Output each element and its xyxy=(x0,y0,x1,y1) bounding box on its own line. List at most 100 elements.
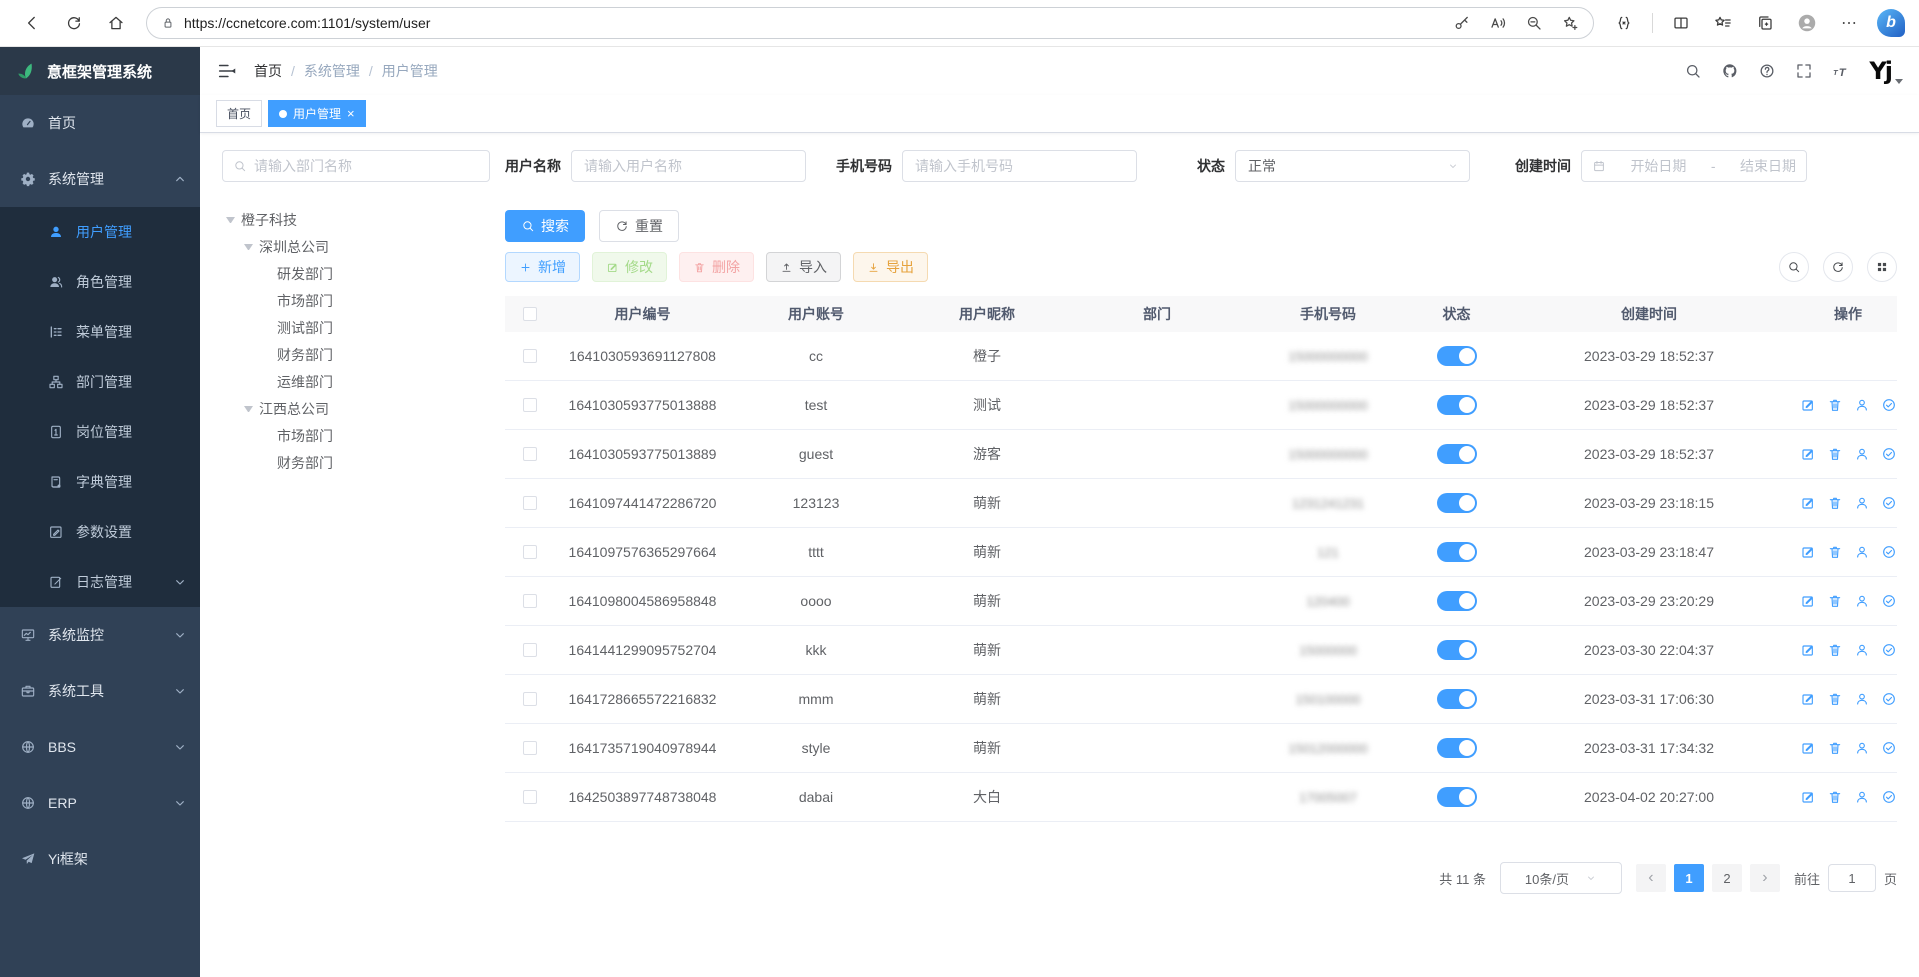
row-checkbox[interactable] xyxy=(523,398,537,412)
help-icon[interactable] xyxy=(1758,62,1776,80)
tree-node[interactable]: 财务部门 xyxy=(222,341,490,368)
sidebar-item-yi-framework[interactable]: Yi框架 xyxy=(0,831,200,887)
sidebar-item-role-mgmt[interactable]: 角色管理 xyxy=(0,257,200,307)
tree-node[interactable]: 测试部门 xyxy=(222,314,490,341)
row-delete-icon[interactable] xyxy=(1827,397,1843,413)
table-columns-button[interactable] xyxy=(1867,252,1897,282)
profile-avatar[interactable] xyxy=(1796,12,1818,34)
tab-home[interactable]: 首页 xyxy=(216,100,262,127)
row-assign-role-icon[interactable] xyxy=(1881,789,1897,805)
row-checkbox[interactable] xyxy=(523,692,537,706)
sidebar-collapse-icon[interactable] xyxy=(216,60,238,82)
caret-down-icon[interactable] xyxy=(244,406,253,412)
row-delete-icon[interactable] xyxy=(1827,495,1843,511)
zoom-out-icon[interactable] xyxy=(1525,14,1543,32)
select-all-checkbox[interactable] xyxy=(523,307,537,321)
tree-node[interactable]: 深圳总公司 xyxy=(222,233,490,260)
add-button[interactable]: 新增 xyxy=(505,252,580,282)
row-checkbox[interactable] xyxy=(523,643,537,657)
status-toggle[interactable] xyxy=(1437,444,1477,464)
row-reset-password-icon[interactable] xyxy=(1854,642,1870,658)
row-edit-icon[interactable] xyxy=(1800,789,1816,805)
row-assign-role-icon[interactable] xyxy=(1881,642,1897,658)
user-avatar-logo[interactable]: Yj xyxy=(1869,57,1903,85)
sidebar-item-dept-mgmt[interactable]: 部门管理 xyxy=(0,357,200,407)
row-checkbox[interactable] xyxy=(523,545,537,559)
row-assign-role-icon[interactable] xyxy=(1881,446,1897,462)
row-edit-icon[interactable] xyxy=(1800,593,1816,609)
password-icon[interactable] xyxy=(1453,14,1471,32)
status-toggle[interactable] xyxy=(1437,689,1477,709)
phone-input[interactable] xyxy=(915,158,1124,174)
browser-refresh-icon[interactable] xyxy=(65,14,83,32)
row-delete-icon[interactable] xyxy=(1827,642,1843,658)
status-toggle[interactable] xyxy=(1437,493,1477,513)
copilot-icon[interactable]: b xyxy=(1877,9,1905,37)
table-refresh-button[interactable] xyxy=(1823,252,1853,282)
row-delete-icon[interactable] xyxy=(1827,789,1843,805)
tab-user-mgmt[interactable]: 用户管理 × xyxy=(268,100,366,127)
row-reset-password-icon[interactable] xyxy=(1854,691,1870,707)
row-edit-icon[interactable] xyxy=(1800,495,1816,511)
github-icon[interactable] xyxy=(1721,62,1739,80)
sidebar-item-home[interactable]: 首页 xyxy=(0,95,200,151)
row-edit-icon[interactable] xyxy=(1800,446,1816,462)
row-edit-icon[interactable] xyxy=(1800,691,1816,707)
row-checkbox[interactable] xyxy=(523,594,537,608)
collections-icon[interactable] xyxy=(1756,14,1774,32)
favorites-bar-icon[interactable] xyxy=(1714,14,1732,32)
row-edit-icon[interactable] xyxy=(1800,544,1816,560)
row-reset-password-icon[interactable] xyxy=(1854,495,1870,511)
reset-button[interactable]: 重置 xyxy=(599,210,679,242)
table-search-toggle-button[interactable] xyxy=(1779,252,1809,282)
row-reset-password-icon[interactable] xyxy=(1854,740,1870,756)
sidebar-item-system-monitor[interactable]: 系统监控 xyxy=(0,607,200,663)
breadcrumb-system[interactable]: 系统管理 xyxy=(304,61,360,81)
page-button-2[interactable]: 2 xyxy=(1712,864,1742,892)
sidebar-item-param-settings[interactable]: 参数设置 xyxy=(0,507,200,557)
sidebar-item-user-mgmt[interactable]: 用户管理 xyxy=(0,207,200,257)
tab-close-icon[interactable]: × xyxy=(347,107,355,120)
status-toggle[interactable] xyxy=(1437,542,1477,562)
page-size-select[interactable]: 10条/页 xyxy=(1500,862,1622,894)
font-size-icon[interactable]: TT xyxy=(1832,62,1850,80)
row-edit-icon[interactable] xyxy=(1800,740,1816,756)
address-bar[interactable]: https://ccnetcore.com:1101/system/user xyxy=(146,7,1594,39)
browser-back-icon[interactable] xyxy=(23,14,41,32)
status-toggle[interactable] xyxy=(1437,395,1477,415)
tree-node[interactable]: 市场部门 xyxy=(222,422,490,449)
next-page-button[interactable]: › xyxy=(1750,864,1780,892)
sidebar-item-erp[interactable]: ERP xyxy=(0,775,200,831)
goto-page-input[interactable] xyxy=(1828,864,1876,892)
row-delete-icon[interactable] xyxy=(1827,593,1843,609)
sidebar-item-dict-mgmt[interactable]: 字典管理 xyxy=(0,457,200,507)
row-assign-role-icon[interactable] xyxy=(1881,544,1897,560)
import-button[interactable]: 导入 xyxy=(766,252,841,282)
row-assign-role-icon[interactable] xyxy=(1881,397,1897,413)
row-reset-password-icon[interactable] xyxy=(1854,789,1870,805)
sidebar-item-menu-mgmt[interactable]: 菜单管理 xyxy=(0,307,200,357)
sidebar-item-post-mgmt[interactable]: 岗位管理 xyxy=(0,407,200,457)
caret-down-icon[interactable] xyxy=(244,244,253,250)
browser-home-icon[interactable] xyxy=(107,14,125,32)
split-screen-icon[interactable] xyxy=(1672,14,1690,32)
row-assign-role-icon[interactable] xyxy=(1881,495,1897,511)
row-reset-password-icon[interactable] xyxy=(1854,397,1870,413)
row-delete-icon[interactable] xyxy=(1827,544,1843,560)
prev-page-button[interactable]: ‹ xyxy=(1636,864,1666,892)
row-edit-icon[interactable] xyxy=(1800,642,1816,658)
row-reset-password-icon[interactable] xyxy=(1854,446,1870,462)
tree-node[interactable]: 运维部门 xyxy=(222,368,490,395)
row-checkbox[interactable] xyxy=(523,790,537,804)
read-aloud-icon[interactable] xyxy=(1489,14,1507,32)
row-delete-icon[interactable] xyxy=(1827,691,1843,707)
extensions-icon[interactable] xyxy=(1615,14,1633,32)
row-delete-icon[interactable] xyxy=(1827,446,1843,462)
status-toggle[interactable] xyxy=(1437,738,1477,758)
url-text[interactable]: https://ccnetcore.com:1101/system/user xyxy=(184,15,1444,31)
header-search-icon[interactable] xyxy=(1684,62,1702,80)
row-edit-icon[interactable] xyxy=(1800,397,1816,413)
row-reset-password-icon[interactable] xyxy=(1854,544,1870,560)
date-range-picker[interactable]: 开始日期 - 结束日期 xyxy=(1581,150,1807,182)
row-reset-password-icon[interactable] xyxy=(1854,593,1870,609)
